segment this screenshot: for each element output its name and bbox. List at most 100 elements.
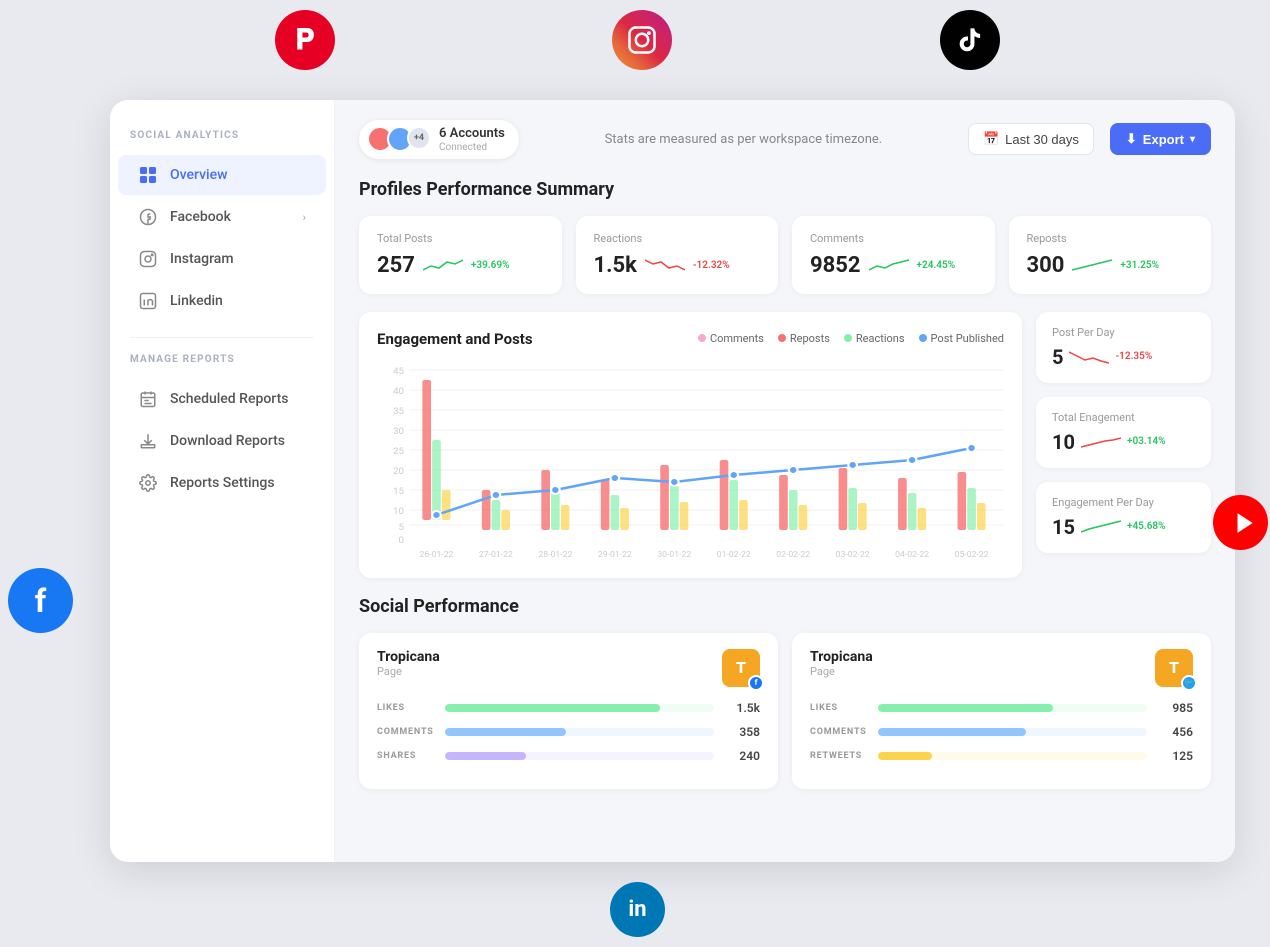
bar-value-comments-1: 358 [724,725,760,739]
sidebar-item-overview-label: Overview [170,167,227,183]
bar-value-likes-1: 1.5k [724,701,760,715]
sidebar-item-scheduled-reports[interactable]: Scheduled Reports [118,379,326,419]
bar-row-retweets-2: RETWEETS 125 [810,749,1193,763]
bar-value-shares-1: 240 [724,749,760,763]
legend-reposts: Reposts [778,332,830,345]
bar-value-likes-2: 985 [1157,701,1193,715]
chart-svg-wrap: 45 40 35 30 25 20 15 10 5 0 [377,360,1004,560]
chevron-down-icon: ▾ [1190,134,1195,145]
side-stat-post-per-day: Post Per Day 5 -12.35% [1036,312,1211,383]
bar-row-shares-1: SHARES 240 [377,749,760,763]
twitter-badge-icon: 🐦 [1181,675,1197,691]
sparkline-reposts [1072,256,1112,274]
legend-comments: Comments [698,332,764,345]
perf-logo-2: T 🐦 [1155,649,1193,687]
side-stat-total-engagement: Total Enagement 10 +03.14% [1036,397,1211,468]
legend-post-published: Post Published [919,332,1004,345]
bar-fill-likes-2 [878,704,1053,712]
sidebar-section-label: SOCIAL ANALYTICS [110,130,334,153]
social-performance-title: Social Performance [359,596,1211,617]
side-stat-label-te: Total Enagement [1052,411,1195,424]
accounts-badge: +4 6 Accounts Connected [359,120,519,159]
stat-card-reposts: Reposts 300 +31.25% [1009,216,1212,294]
download-icon [138,431,158,451]
bar-track-comments-1 [445,728,714,736]
perf-brand-2: Tropicana [810,649,873,665]
svg-text:0: 0 [399,535,404,546]
svg-text:25: 25 [393,446,404,457]
svg-text:5: 5 [399,522,404,533]
calendar-icon: 📅 [983,131,999,147]
sidebar-item-instagram[interactable]: Instagram [118,239,326,279]
stat-label-comments: Comments [810,232,977,245]
side-stat-trend-te: +03.14% [1127,436,1166,447]
export-button[interactable]: ⬇ Export ▾ [1110,123,1211,155]
svg-text:01-02-22: 01-02-22 [717,550,751,560]
export-label: Export [1143,132,1184,147]
sidebar-item-overview[interactable]: Overview [118,155,326,195]
grid-icon [138,165,158,185]
sidebar-item-facebook-label: Facebook [170,209,231,225]
side-stat-label-ppd: Post Per Day [1052,326,1195,339]
side-stat-label-epd: Engagement Per Day [1052,496,1195,509]
bar-fill-shares-1 [445,752,526,760]
accounts-sub-text: Connected [439,142,505,153]
chart-header: Engagement and Posts Comments Reposts Re… [377,330,1004,348]
side-stat-trend-epd: +45.68% [1127,521,1166,532]
sidebar-item-download-reports[interactable]: Download Reports [118,421,326,461]
bar-label-retweets-2: RETWEETS [810,751,868,761]
avatar-group: +4 [367,126,431,152]
side-stat-value-te: 10 [1052,430,1075,454]
facebook-badge-icon: f [748,675,764,691]
stat-value-total-posts: 257 [377,253,415,278]
svg-text:29-01-22: 29-01-22 [598,550,632,560]
stat-value-row-comments: 9852 +24.45% [810,253,977,278]
sidebar-item-linkedin-label: Linkedin [170,293,223,309]
sparkline-te [1081,433,1121,451]
tiktok-icon [940,10,1000,70]
sidebar-item-facebook[interactable]: Facebook › [118,197,326,237]
timezone-text: Stats are measured as per workspace time… [535,132,952,147]
perf-brand-info-2: Tropicana Page [810,649,873,678]
bar-fill-comments-1 [445,728,566,736]
stat-trend-reactions: -12.32% [693,260,730,271]
middle-row: Engagement and Posts Comments Reposts Re… [359,312,1211,578]
svg-text:45: 45 [393,366,404,377]
svg-text:35: 35 [393,406,404,417]
stat-card-total-posts: Total Posts 257 +39.69% [359,216,562,294]
sidebar-item-download-label: Download Reports [170,433,285,449]
scheduled-icon [138,389,158,409]
sidebar-item-linkedin[interactable]: Linkedin [118,281,326,321]
sparkline-epd [1081,518,1121,536]
linkedin-float-icon: in [610,882,665,937]
sidebar-item-reports-settings[interactable]: Reports Settings [118,463,326,503]
perf-logo-text-2: T [1169,658,1179,677]
bar-row-comments-1: COMMENTS 358 [377,725,760,739]
svg-text:30: 30 [393,426,404,437]
manage-reports-label: MANAGE REPORTS [110,354,334,377]
header-row: +4 6 Accounts Connected Stats are measur… [359,120,1211,159]
side-stat-trend-ppd: -12.35% [1115,351,1152,362]
stat-trend-posts: +39.69% [471,260,510,271]
svg-text:05-02-22: 05-02-22 [955,550,989,560]
stat-label-reposts: Reposts [1027,232,1194,245]
profiles-summary-title: Profiles Performance Summary [359,179,1211,200]
facebook-float-icon: f [8,568,73,633]
sparkline-reactions [645,256,685,274]
perf-brand-1: Tropicana [377,649,440,665]
bar-fill-comments-2 [878,728,1026,736]
stat-label-reactions: Reactions [594,232,761,245]
date-range-button[interactable]: 📅 Last 30 days [968,123,1094,155]
sparkline-comments [869,256,909,274]
perf-card-tropicana-fb: Tropicana Page T f LIKES 1.5k [359,633,778,789]
main-card: SOCIAL ANALYTICS Overview Faceb [110,100,1235,862]
stats-row: Total Posts 257 +39.69% Reactions 1.5k [359,216,1211,294]
side-stat-engagement-per-day: Engagement Per Day 15 +45.68% [1036,482,1211,553]
download-export-icon: ⬇ [1126,131,1137,147]
svg-text:02-02-22: 02-02-22 [776,550,810,560]
bar-track-likes-2 [878,704,1147,712]
bar-row-comments-2: COMMENTS 456 [810,725,1193,739]
legend-reactions: Reactions [844,332,905,345]
chart-card: Engagement and Posts Comments Reposts Re… [359,312,1022,578]
svg-text:10: 10 [393,506,404,517]
